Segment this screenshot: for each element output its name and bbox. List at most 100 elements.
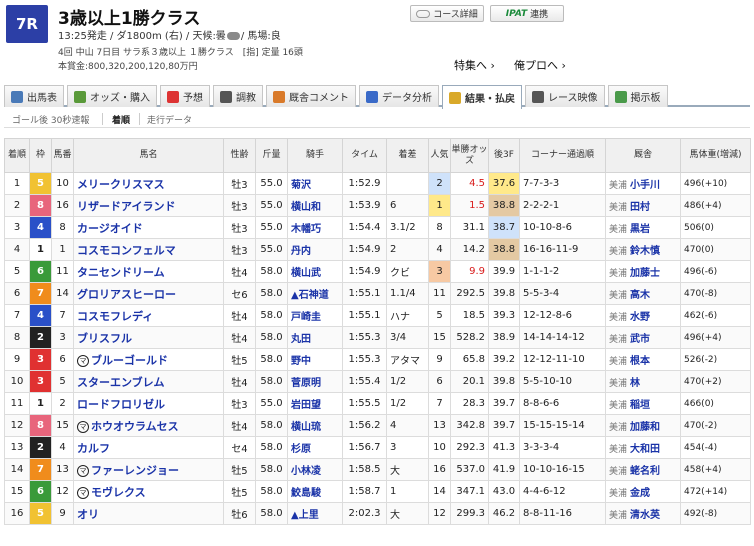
- stable-region: 美浦: [609, 291, 628, 301]
- jockey-link[interactable]: 戸崎圭: [291, 312, 321, 323]
- stable-region: 美浦: [609, 247, 628, 257]
- tab-house[interactable]: 厩舎コメント: [266, 85, 356, 107]
- horse-name-cell: タニセンドリーム: [73, 260, 224, 283]
- trainer-link[interactable]: 大和田: [630, 444, 660, 455]
- horse-name-link[interactable]: コスモコンフェルマ: [77, 244, 176, 257]
- ipat-logo-icon: IPAT: [505, 8, 528, 19]
- win-odds: 14.2: [450, 238, 489, 261]
- jockey-link[interactable]: 野中: [291, 356, 311, 367]
- tab-chat[interactable]: 掲示板: [607, 85, 668, 107]
- maruchi-icon: マ: [77, 420, 89, 433]
- corner-positions: 5-5-10-10: [519, 370, 606, 393]
- subtab-goal-flash[interactable]: ゴール後 30秒速報: [12, 113, 89, 126]
- subtab-order[interactable]: 着順: [112, 113, 130, 126]
- stable-region: 美浦: [609, 181, 628, 191]
- horse-name-link[interactable]: グロリアスヒーロー: [77, 288, 176, 301]
- jockey-link[interactable]: 木幡巧: [291, 224, 321, 235]
- body-weight: 506(0): [680, 216, 751, 239]
- sex-age: セ4: [223, 436, 256, 459]
- horse-name-link[interactable]: ファーレンジョー: [91, 464, 179, 477]
- popularity: 4: [428, 238, 451, 261]
- gate-number: 8: [29, 414, 52, 437]
- tab-stopwatch[interactable]: 調教: [213, 85, 263, 107]
- jockey-link[interactable]: 横山琉: [291, 422, 321, 433]
- trainer-link[interactable]: 高木: [630, 290, 650, 301]
- jockey-link[interactable]: ▲石神道: [291, 290, 329, 301]
- feature-link[interactable]: 特集へ ›: [454, 57, 495, 73]
- trainer-link[interactable]: 水野: [630, 312, 650, 323]
- subtab-running-data[interactable]: 走行データ: [147, 113, 192, 126]
- tab-odds[interactable]: オッズ・購入: [67, 85, 157, 107]
- corner-positions: 3-3-3-4: [519, 436, 606, 459]
- horse-name-link[interactable]: リザードアイランド: [77, 200, 175, 213]
- jockey-cell: 菊沢: [287, 172, 343, 195]
- tab-label: 出馬表: [27, 93, 57, 104]
- ipat-link-button[interactable]: IPAT 連携: [490, 5, 564, 22]
- horse-name-cell: グロリアスヒーロー: [73, 282, 224, 305]
- horse-name-link[interactable]: タニセンドリーム: [77, 266, 165, 279]
- trainer-link[interactable]: 黒岩: [630, 224, 650, 235]
- popularity: 10: [428, 436, 451, 459]
- stable-region: 美浦: [609, 313, 628, 323]
- horse-name-link[interactable]: オリ: [77, 508, 99, 521]
- tab-video[interactable]: レース映像: [525, 85, 605, 107]
- jockey-link[interactable]: 菅原明: [291, 378, 321, 389]
- jockey-link[interactable]: 鮫島駿: [291, 488, 321, 499]
- horse-name-link[interactable]: ロードフロリゼル: [77, 398, 165, 411]
- horse-name-link[interactable]: メリークリスマス: [77, 178, 165, 191]
- jockey-link[interactable]: 横山武: [291, 268, 321, 279]
- jockey-link[interactable]: 小林凌: [291, 466, 321, 477]
- jockey-link[interactable]: 岩田望: [291, 400, 321, 411]
- horse-name-link[interactable]: モヴレクス: [91, 486, 146, 499]
- horse-name-link[interactable]: ブルーゴールド: [91, 354, 168, 367]
- tab-table[interactable]: 出馬表: [4, 85, 64, 107]
- jockey-link[interactable]: 横山和: [291, 202, 321, 213]
- popularity: 1: [428, 194, 451, 217]
- horse-name-link[interactable]: ブリスフル: [77, 332, 132, 345]
- jockey-link[interactable]: 杉原: [291, 444, 311, 455]
- trainer-link[interactable]: 鈴木慎: [630, 246, 660, 257]
- trainer-link[interactable]: 加藤和: [630, 422, 660, 433]
- race-prize: 本賞金:800,320,200,120,80万円: [58, 62, 198, 72]
- carried-weight: 58.0: [255, 414, 288, 437]
- course-detail-button[interactable]: コース詳細: [410, 5, 484, 22]
- trainer-link[interactable]: 金成: [630, 488, 650, 499]
- jockey-link[interactable]: 菊沢: [291, 180, 311, 191]
- trainer-link[interactable]: 田村: [630, 202, 650, 213]
- finish-rank: 12: [4, 414, 30, 437]
- last-3f: 39.9: [488, 260, 520, 283]
- horse-name-link[interactable]: ホウオウラムセス: [91, 420, 179, 433]
- column-header: 枠: [29, 138, 52, 173]
- tab-bar-chart[interactable]: データ分析: [359, 85, 439, 107]
- jockey-link[interactable]: 丸田: [291, 334, 311, 345]
- jockey-link[interactable]: ▲上里: [291, 510, 319, 521]
- jockey-link[interactable]: 丹内: [291, 246, 311, 257]
- gate-number: 3: [29, 348, 52, 371]
- ore-pro-link[interactable]: 俺プロへ ›: [514, 57, 566, 73]
- horse-name-cell: コスモコンフェルマ: [73, 238, 224, 261]
- margin: ハナ: [386, 304, 429, 327]
- trainer-link[interactable]: 武市: [630, 334, 650, 345]
- sex-age: 牡4: [223, 304, 256, 327]
- carried-weight: 58.0: [255, 480, 288, 503]
- trainer-link[interactable]: 小手川: [630, 180, 660, 191]
- carried-weight: 58.0: [255, 458, 288, 481]
- trainer-link[interactable]: 清水英: [630, 510, 660, 521]
- trainer-link[interactable]: 根本: [630, 356, 650, 367]
- trainer-cell: 美浦 根本: [605, 348, 681, 371]
- trainer-link[interactable]: 林: [630, 378, 640, 389]
- win-odds: 20.1: [450, 370, 489, 393]
- tab-coins[interactable]: 結果・払戻: [442, 85, 522, 109]
- horse-number: 14: [51, 282, 74, 305]
- trainer-link[interactable]: 加藤士: [630, 268, 660, 279]
- sex-age: 牡5: [223, 458, 256, 481]
- sex-age: 牡4: [223, 260, 256, 283]
- horse-name-link[interactable]: カルフ: [77, 442, 110, 455]
- horse-name-link[interactable]: スターエンブレム: [77, 376, 164, 389]
- trainer-link[interactable]: 稲垣: [630, 400, 650, 411]
- horse-name-link[interactable]: カージオイド: [77, 222, 143, 235]
- tab-target[interactable]: 予想: [160, 85, 210, 107]
- horse-name-link[interactable]: コスモフレディ: [77, 310, 153, 323]
- trainer-link[interactable]: 蛯名利: [630, 466, 660, 477]
- horse-name-cell: ブリスフル: [73, 326, 224, 349]
